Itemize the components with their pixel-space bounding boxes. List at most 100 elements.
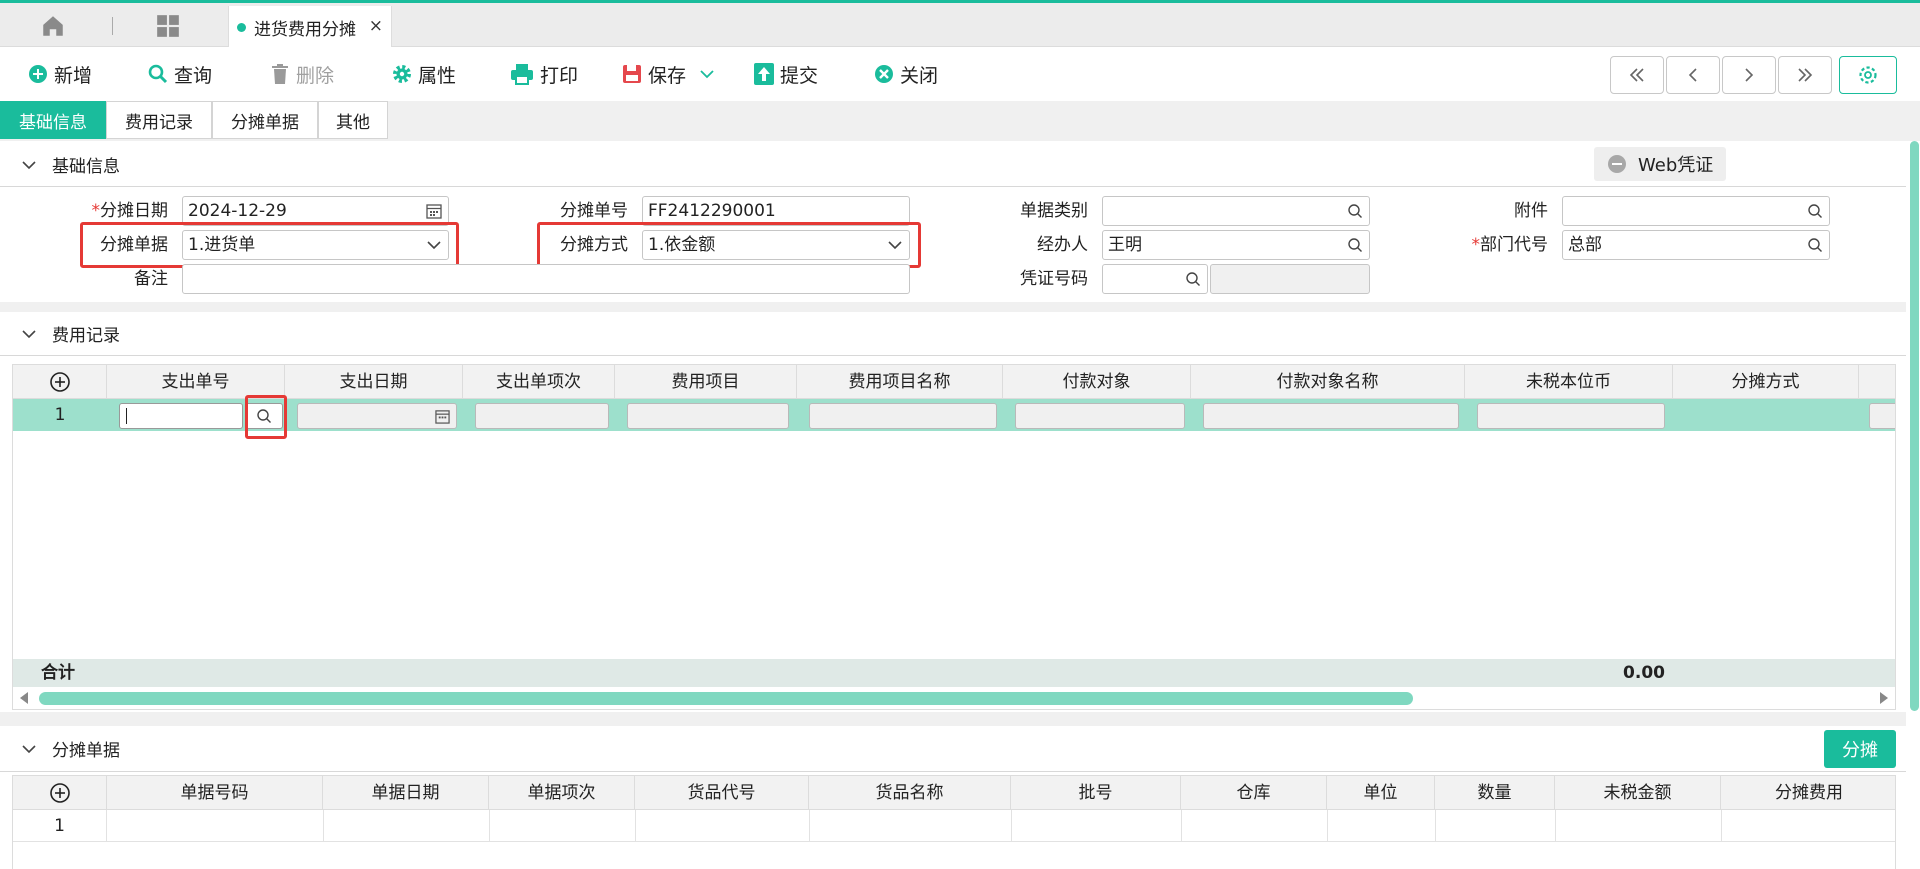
lookup-search-icon[interactable]	[1185, 271, 1201, 287]
column-header[interactable]: 支出单项次	[463, 365, 615, 399]
table-row[interactable]: 1	[13, 810, 1895, 842]
add-row-button[interactable]	[13, 365, 107, 399]
print-button[interactable]: 打印	[510, 59, 578, 89]
voucher-no-display	[1210, 264, 1370, 294]
query-button[interactable]: 查询	[148, 59, 212, 89]
column-header[interactable]: 批号	[1011, 776, 1181, 810]
previous-record-button[interactable]	[1666, 56, 1720, 94]
lookup-search-icon[interactable]	[1347, 203, 1363, 219]
attachment-field[interactable]	[1562, 196, 1830, 226]
column-header[interactable]: 货品名称	[809, 776, 1011, 810]
table-row[interactable]: 1	[13, 395, 1895, 439]
web-voucher-button[interactable]: Web凭证	[1594, 147, 1726, 181]
column-header[interactable]: 分摊费用	[1721, 776, 1895, 810]
expense-section-title: 费用记录	[52, 326, 120, 346]
last-record-button[interactable]	[1778, 56, 1832, 94]
dept-code-field[interactable]: 总部	[1562, 230, 1830, 260]
row-index: 1	[13, 810, 107, 842]
document-tab-label: 进货费用分摊	[254, 19, 356, 40]
fee-item-name-input[interactable]	[809, 403, 997, 429]
collapse-chevron-icon[interactable]	[22, 744, 36, 754]
scrollbar-thumb[interactable]	[39, 692, 1413, 705]
expense-grid: 支出单号 支出日期 支出单项次 费用项目 费用项目名称 付款对象 付款对象名称 …	[12, 364, 1896, 710]
remark-field[interactable]	[182, 264, 910, 294]
expense-no-input[interactable]	[119, 403, 243, 429]
column-header[interactable]: 未税金额	[1555, 776, 1721, 810]
home-icon[interactable]	[40, 13, 66, 39]
horizontal-scrollbar[interactable]	[13, 689, 1895, 707]
tab-allocation-docs[interactable]: 分摊单据	[212, 101, 318, 139]
expense-date-input[interactable]	[297, 403, 457, 429]
column-header[interactable]: 单据项次	[489, 776, 635, 810]
lookup-search-icon[interactable]	[1347, 237, 1363, 253]
next-record-button[interactable]	[1722, 56, 1776, 94]
settings-button[interactable]	[1839, 56, 1897, 94]
allocate-button[interactable]: 分摊	[1824, 730, 1896, 768]
submit-button[interactable]: 提交	[754, 59, 818, 89]
row-index: 1	[54, 405, 66, 425]
add-row-button[interactable]	[13, 776, 107, 810]
handler-field[interactable]: 王明	[1102, 230, 1370, 260]
chevron-down-icon[interactable]	[700, 69, 714, 79]
properties-button[interactable]: 属性	[392, 59, 456, 89]
voucher-no-field[interactable]	[1102, 264, 1208, 294]
scrollbar-thumb[interactable]	[1910, 141, 1919, 711]
cell-divider	[1327, 810, 1328, 842]
next-column-input[interactable]	[1869, 403, 1895, 429]
new-button[interactable]: 新增	[28, 59, 92, 89]
expense-total-row: 合计 0.00	[13, 659, 1895, 687]
column-header[interactable]: 未税本位币	[1465, 365, 1673, 399]
scroll-left-icon[interactable]	[19, 691, 29, 705]
plus-circle-icon	[49, 372, 70, 392]
column-header[interactable]: 付款对象	[1003, 365, 1191, 399]
grid-menu-icon[interactable]	[155, 13, 181, 39]
column-header[interactable]: 货品代号	[635, 776, 809, 810]
properties-button-label: 属性	[418, 64, 457, 87]
doc-category-field[interactable]	[1102, 196, 1370, 226]
column-header[interactable]: 数量	[1435, 776, 1555, 810]
vertical-scrollbar[interactable]	[1908, 141, 1920, 711]
alloc-docs-section-header[interactable]: 分摊单据	[0, 726, 1906, 772]
scroll-right-icon[interactable]	[1879, 691, 1889, 705]
column-header[interactable]: 费用项目	[615, 365, 797, 399]
first-record-button[interactable]	[1610, 56, 1664, 94]
column-header[interactable]: 仓库	[1181, 776, 1327, 810]
column-header[interactable]: 支出单号	[107, 365, 285, 399]
save-button[interactable]: 保存	[622, 59, 720, 89]
cell-divider	[1181, 810, 1182, 842]
tab-basic-info[interactable]: 基础信息	[0, 101, 106, 139]
basic-info-section-title: 基础信息	[52, 157, 120, 177]
record-navigation	[1610, 56, 1834, 94]
plus-circle-icon	[49, 783, 70, 803]
column-header[interactable]: 分摊方式	[1673, 365, 1859, 399]
close-tab-icon[interactable]: ×	[369, 16, 383, 36]
column-header[interactable]: 费用项目名称	[797, 365, 1003, 399]
delete-button[interactable]: 删除	[270, 59, 334, 89]
collapse-chevron-icon[interactable]	[22, 160, 36, 170]
lookup-search-icon[interactable]	[1807, 203, 1823, 219]
calendar-icon[interactable]	[426, 203, 442, 219]
cell-divider	[323, 810, 324, 842]
payee-name-input[interactable]	[1203, 403, 1459, 429]
column-header[interactable]: 单据号码	[107, 776, 323, 810]
collapse-chevron-icon[interactable]	[22, 329, 36, 339]
lookup-search-icon[interactable]	[1807, 237, 1823, 253]
payee-input[interactable]	[1015, 403, 1185, 429]
tab-other[interactable]: 其他	[318, 101, 388, 139]
expense-section-header[interactable]: 费用记录	[0, 312, 1906, 356]
gear-icon	[393, 65, 411, 83]
column-header[interactable]: 支出日期	[285, 365, 463, 399]
close-button[interactable]: 关闭	[874, 59, 938, 89]
column-header[interactable]: 付款对象名称	[1191, 365, 1465, 399]
calendar-icon[interactable]	[435, 409, 450, 424]
column-header[interactable]: 单据日期	[323, 776, 489, 810]
annotation-highlight-box	[245, 395, 287, 439]
query-button-label: 查询	[174, 64, 213, 87]
active-dot-icon	[237, 22, 246, 32]
tab-expense-records[interactable]: 费用记录	[106, 101, 212, 139]
column-header[interactable]: 单位	[1327, 776, 1435, 810]
fee-item-input[interactable]	[627, 403, 789, 429]
expense-item-seq-input[interactable]	[475, 403, 609, 429]
document-tab[interactable]: 进货费用分摊 ×	[228, 6, 392, 48]
untaxed-base-amount-input[interactable]	[1477, 403, 1665, 429]
